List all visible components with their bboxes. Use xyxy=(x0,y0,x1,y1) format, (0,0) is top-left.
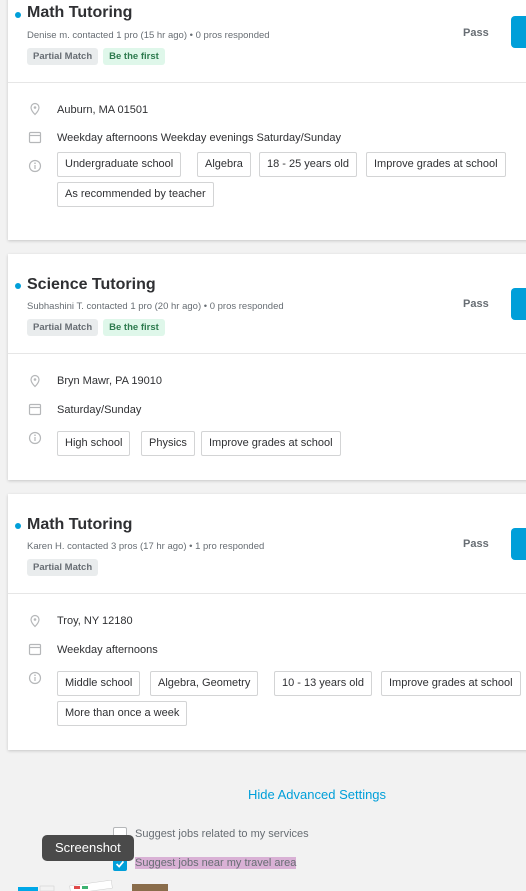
job-tag: Algebra xyxy=(197,152,251,177)
calendar-icon xyxy=(28,403,42,416)
hide-advanced-settings-link[interactable]: Hide Advanced Settings xyxy=(248,787,386,802)
calendar-icon xyxy=(28,131,42,144)
job-tag: More than once a week xyxy=(57,701,188,726)
job-tag: Middle school xyxy=(57,671,141,696)
job-title[interactable]: Math Tutoring xyxy=(27,516,132,534)
job-schedule: Saturday/Sunday xyxy=(57,404,142,416)
pass-button[interactable]: Pass xyxy=(463,538,489,550)
partial-match-badge: Partial Match xyxy=(27,319,99,336)
job-tag: As recommended by teacher xyxy=(57,182,214,207)
unread-dot xyxy=(15,523,21,529)
quote-button[interactable] xyxy=(511,16,526,48)
screenshot-thumbnails xyxy=(18,880,168,891)
job-meta: Subhashini T. contacted 1 pro (20 hr ago… xyxy=(27,301,284,312)
screenshot-tooltip: Screenshot xyxy=(42,835,134,861)
quote-button[interactable] xyxy=(511,528,526,560)
job-tag: Improve grades at school xyxy=(381,671,521,696)
job-location: Bryn Mawr, PA 19010 xyxy=(57,375,162,387)
be-first-badge: Be the first xyxy=(103,48,165,65)
job-card[interactable]: Math Tutoring Denise m. contacted 1 pro … xyxy=(8,0,526,240)
job-title[interactable]: Science Tutoring xyxy=(27,276,156,294)
job-schedule: Weekday afternoons Weekday evenings Satu… xyxy=(57,132,341,144)
badge-group: Partial Match Be the first xyxy=(27,319,165,336)
quote-button[interactable] xyxy=(511,288,526,320)
job-meta: Denise m. contacted 1 pro (15 hr ago) • … xyxy=(27,30,270,41)
job-tag: 10 - 13 years old xyxy=(274,671,372,696)
partial-match-badge: Partial Match xyxy=(27,48,99,65)
pass-button[interactable]: Pass xyxy=(463,298,489,310)
job-card[interactable]: Science Tutoring Subhashini T. contacted… xyxy=(8,254,526,480)
unread-dot xyxy=(15,12,21,18)
job-meta: Karen H. contacted 3 pros (17 hr ago) • … xyxy=(27,541,265,552)
job-tag: Improve grades at school xyxy=(201,431,341,456)
calendar-icon xyxy=(28,643,42,656)
badge-group: Partial Match Be the first xyxy=(27,48,165,65)
job-tag: 18 - 25 years old xyxy=(259,152,357,177)
badge-group: Partial Match xyxy=(27,559,99,576)
job-location: Troy, NY 12180 xyxy=(57,615,133,627)
job-tag: High school xyxy=(57,431,131,456)
job-card[interactable]: Math Tutoring Karen H. contacted 3 pros … xyxy=(8,494,526,750)
job-title[interactable]: Math Tutoring xyxy=(27,4,132,22)
job-location: Auburn, MA 01501 xyxy=(57,104,149,116)
pass-button[interactable]: Pass xyxy=(463,27,489,39)
job-tag: Improve grades at school xyxy=(366,152,506,177)
job-schedule: Weekday afternoons xyxy=(57,644,158,656)
unread-dot xyxy=(15,283,21,289)
job-tag: Physics xyxy=(141,431,195,456)
be-first-badge: Be the first xyxy=(103,319,165,336)
map-pin-icon xyxy=(30,374,40,388)
info-icon xyxy=(28,159,42,173)
job-tag: Undergraduate school xyxy=(57,152,182,177)
info-icon xyxy=(28,671,42,685)
suggest-travel-label[interactable]: Suggest jobs near my travel area xyxy=(135,857,297,869)
job-tag: Algebra, Geometry xyxy=(150,671,259,696)
map-pin-icon xyxy=(30,614,40,628)
map-pin-icon xyxy=(30,102,40,116)
info-icon xyxy=(28,431,42,445)
suggest-services-label[interactable]: Suggest jobs related to my services xyxy=(135,828,309,840)
partial-match-badge: Partial Match xyxy=(27,559,99,576)
